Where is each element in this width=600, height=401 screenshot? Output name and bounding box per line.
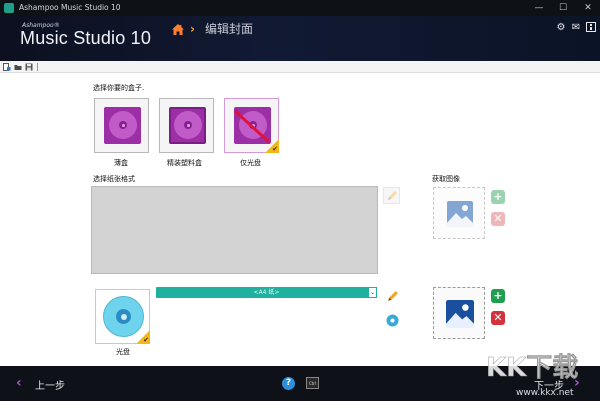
choose-box-label: 选择你要的盒子.: [93, 84, 145, 92]
gear-icon[interactable]: ⚙: [555, 22, 567, 34]
chevron-down-icon[interactable]: ⌄: [368, 287, 377, 298]
minimize-button[interactable]: —: [527, 1, 551, 15]
jewel-case-icon: [169, 107, 206, 144]
add-image-button-top[interactable]: +: [491, 190, 505, 204]
chevron-left-icon[interactable]: ‹: [16, 375, 22, 391]
box-option-jewel[interactable]: [159, 98, 214, 153]
thin-box-icon: [104, 107, 141, 144]
edit-paper-button[interactable]: [383, 187, 400, 204]
open-folder-icon[interactable]: [14, 63, 22, 71]
watermark-logo: KK下载 www.kkx.net: [486, 353, 579, 398]
disc-label: 光盘: [116, 348, 130, 356]
close-button[interactable]: ✕: [576, 1, 600, 15]
box-option-thin-label: 薄盒: [114, 159, 128, 167]
disc-icon: [386, 314, 399, 327]
disc-burn-button[interactable]: [383, 311, 400, 328]
feedback-icon[interactable]: ✉: [570, 22, 582, 34]
image-slot-top[interactable]: [433, 187, 485, 239]
save-icon[interactable]: [25, 63, 33, 71]
box-option-disc-only-label: 仅光盘: [240, 159, 261, 167]
disc-selected-check-icon: ✔: [136, 330, 150, 344]
get-image-label: 获取图像: [432, 175, 460, 183]
image-placeholder-icon: [446, 300, 474, 328]
paper-format-label: 选择纸张格式: [93, 175, 135, 183]
app-header: Ashampoo® Music Studio 10 › 编辑封面 ⚙ ✉: [0, 16, 600, 61]
box-option-disc-only[interactable]: ✔: [224, 98, 279, 153]
new-project-icon[interactable]: [3, 63, 11, 71]
strike-icon: [233, 109, 271, 144]
paper-format-preview: [91, 186, 378, 274]
box-option-thin[interactable]: [94, 98, 149, 153]
toolbar: [0, 61, 600, 73]
toolbar-divider: [37, 63, 38, 71]
svg-text:www.kkx.net: www.kkx.net: [516, 388, 574, 398]
app-icon: [4, 3, 14, 13]
info-icon[interactable]: [585, 22, 597, 34]
box-option-jewel-label: 精装塑料盒: [167, 159, 202, 167]
remove-image-button[interactable]: ✕: [491, 311, 505, 325]
image-placeholder-icon: [447, 201, 473, 227]
breadcrumb-separator-icon: ›: [190, 22, 195, 36]
brand-title: Music Studio 10: [20, 28, 152, 48]
cd-icon: [103, 296, 144, 337]
remove-image-button-top[interactable]: ✕: [491, 212, 505, 226]
paper-size-dropdown[interactable]: <A4 纸> ⌄: [156, 287, 377, 298]
svg-text:KK下载: KK下载: [486, 353, 578, 383]
disc-card[interactable]: ✔: [95, 289, 150, 344]
maximize-button[interactable]: ☐: [551, 1, 575, 15]
window-title: Ashampoo Music Studio 10: [19, 3, 121, 12]
add-image-button[interactable]: +: [491, 289, 505, 303]
pencil-icon: [388, 191, 397, 200]
image-slot-bottom[interactable]: [433, 287, 485, 339]
ctrl-key-icon[interactable]: Ctrl: [306, 377, 319, 389]
home-icon[interactable]: [171, 23, 185, 36]
breadcrumb: 编辑封面: [205, 22, 254, 36]
edit-disc-button[interactable]: [383, 287, 400, 304]
pencil-icon: [388, 291, 398, 301]
paper-size-value: <A4 纸>: [253, 289, 280, 296]
help-icon[interactable]: ?: [282, 377, 295, 390]
back-button[interactable]: 上一步: [35, 377, 65, 392]
title-bar: Ashampoo Music Studio 10 — ☐ ✕: [0, 0, 600, 16]
